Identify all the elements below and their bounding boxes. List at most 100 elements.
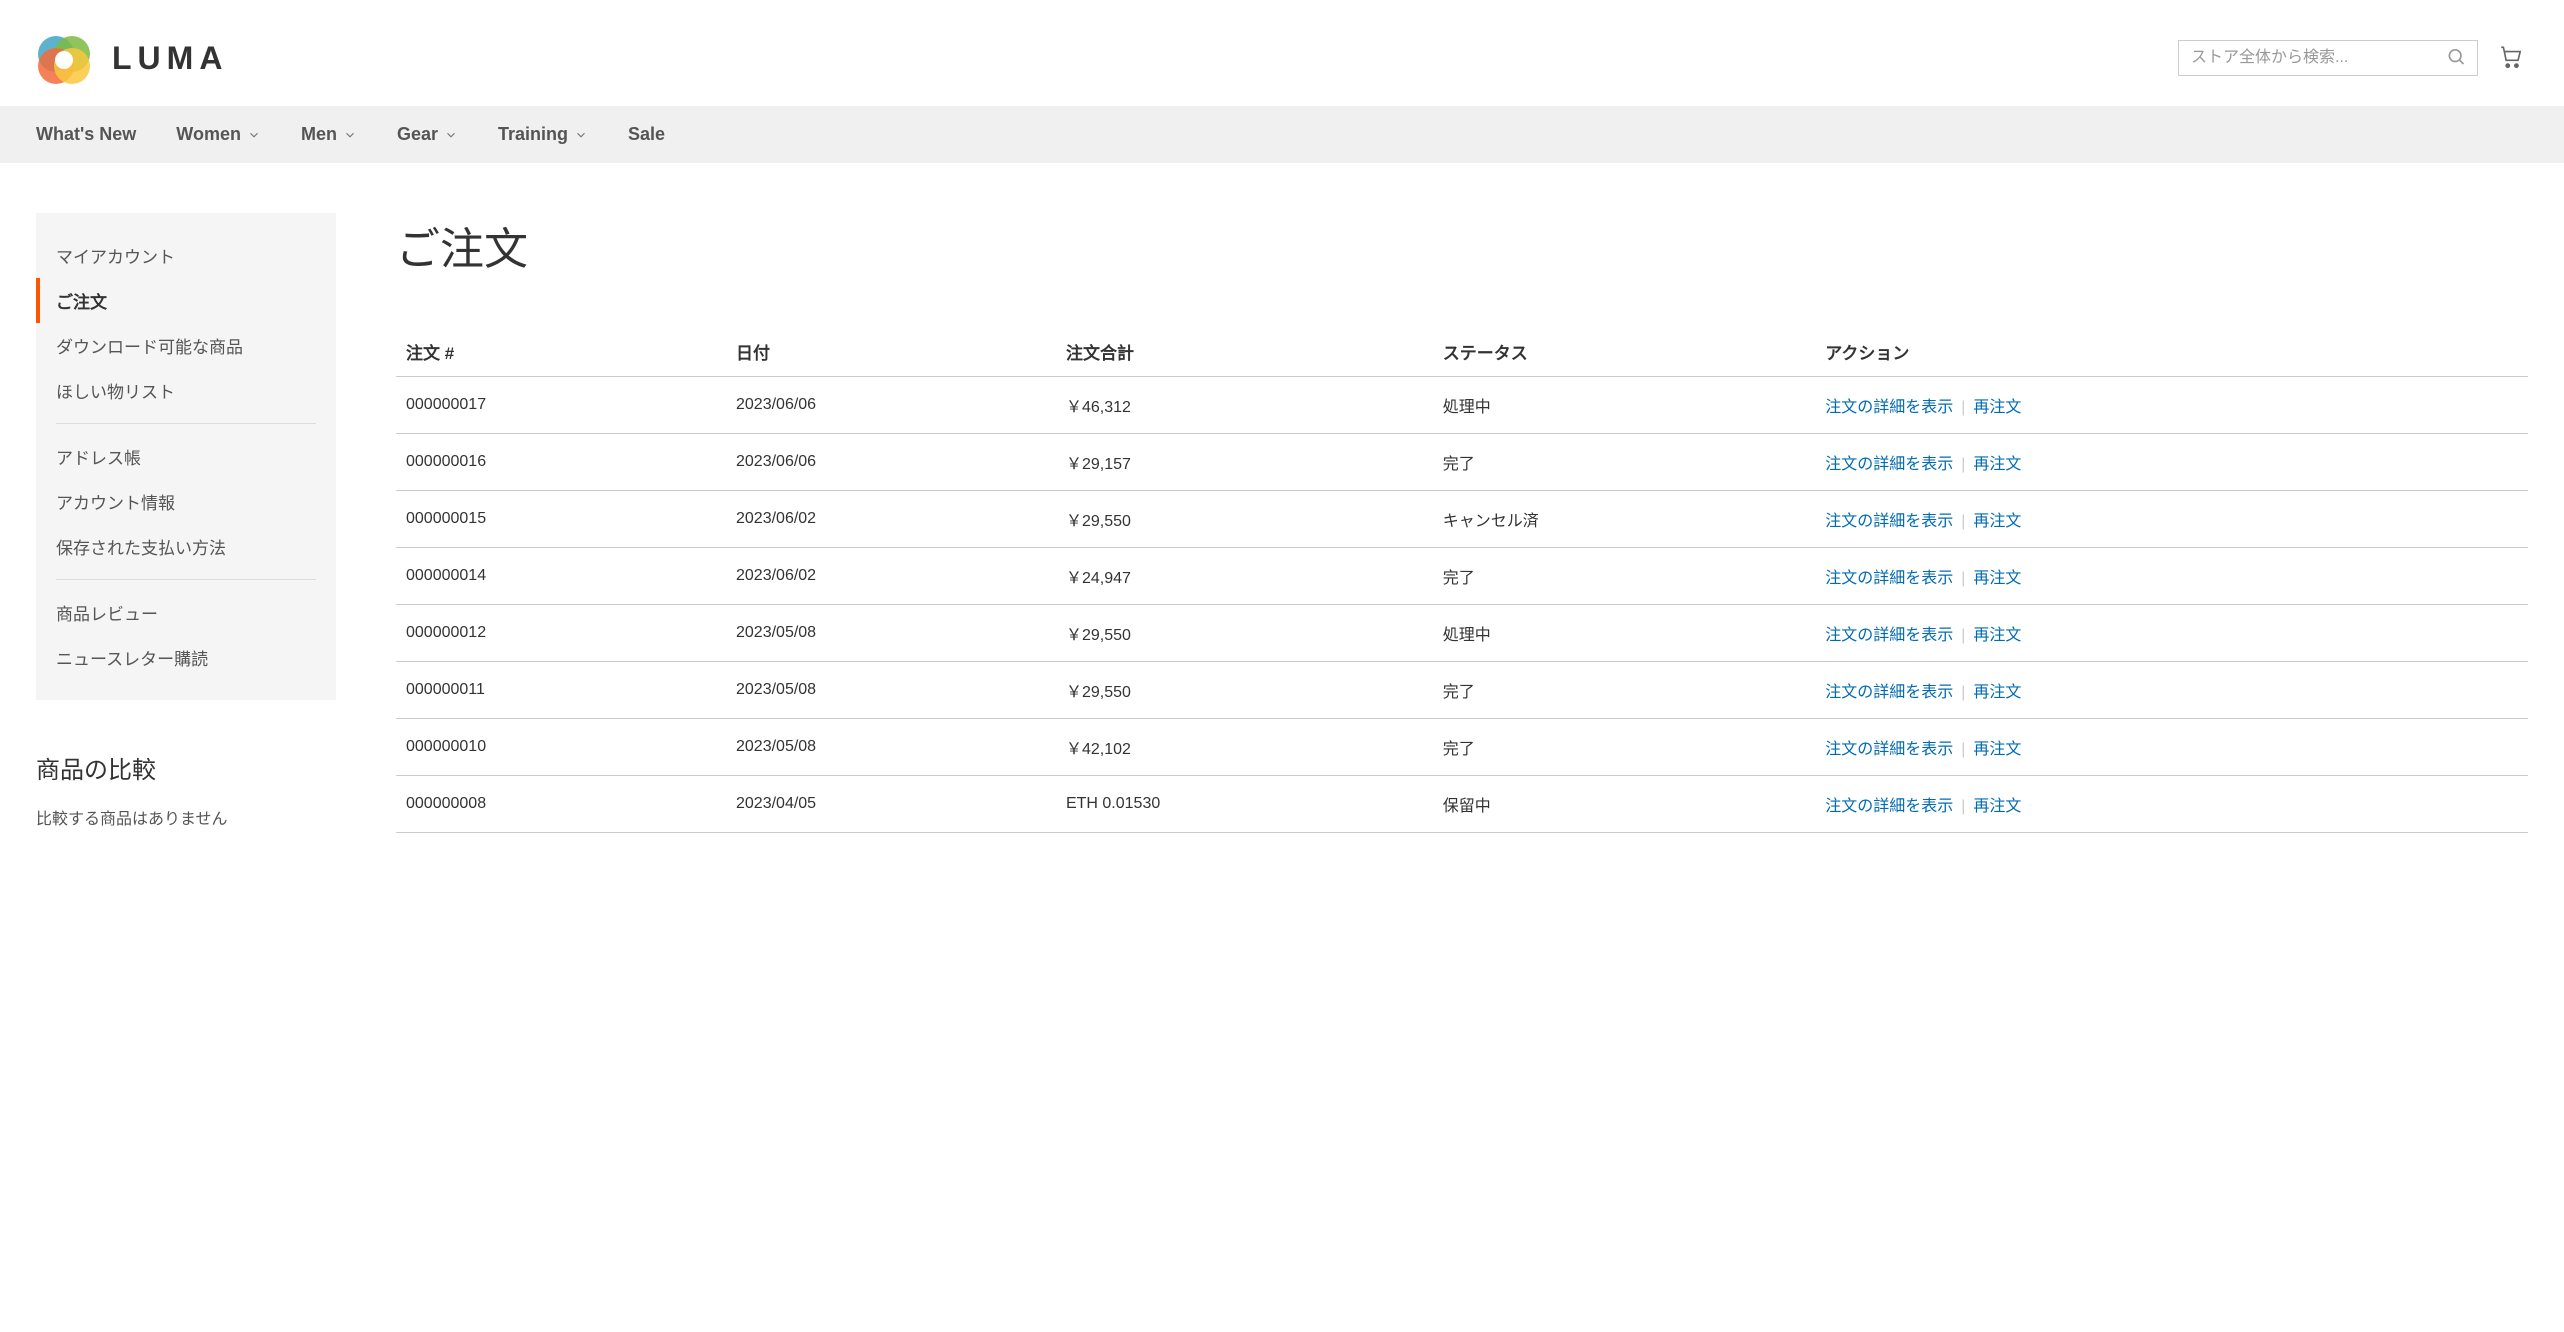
order-total-cell: ￥46,312 [1056, 377, 1433, 434]
order-date-cell: 2023/05/08 [726, 662, 1056, 719]
sidebar-item[interactable]: アカウント情報 [36, 479, 336, 524]
view-order-link[interactable]: 注文の詳細を表示 [1825, 627, 1953, 644]
table-row: 0000000102023/05/08￥42,102完了注文の詳細を表示|再注文 [396, 719, 2528, 776]
nav-item-men[interactable]: Men [301, 106, 357, 163]
order-id-cell: 000000016 [396, 434, 726, 491]
order-date-cell: 2023/04/05 [726, 776, 1056, 833]
nav-item-training[interactable]: Training [498, 106, 588, 163]
order-total-cell: ￥24,947 [1056, 548, 1433, 605]
order-actions-cell: 注文の詳細を表示 | 再注文 [1815, 662, 2528, 719]
search-icon [2446, 47, 2466, 67]
order-status-cell: 処理中 [1433, 605, 1815, 662]
order-status-cell: 完了 [1433, 719, 1815, 776]
action-separator: | [1961, 741, 1965, 758]
orders-table: 注文 # 日付 注文合計 ステータス アクション 0000000172023/0… [396, 327, 2528, 833]
view-order-link[interactable]: 注文の詳細を表示 [1825, 399, 1953, 416]
reorder-link[interactable]: 再注文 [1973, 513, 2021, 530]
order-actions-cell: 注文の詳細を表示 | 再注文 [1815, 776, 2528, 833]
th-status: ステータス [1433, 327, 1815, 377]
th-actions: アクション [1815, 327, 2528, 377]
order-status-cell: 完了 [1433, 548, 1815, 605]
view-order-link[interactable]: 注文の詳細を表示 [1825, 684, 1953, 701]
view-order-link[interactable]: 注文の詳細を表示 [1825, 741, 1953, 758]
order-total-cell: ￥29,550 [1056, 605, 1433, 662]
cart-icon [2498, 44, 2524, 70]
reorder-link[interactable]: 再注文 [1973, 456, 2021, 473]
action-separator: | [1961, 456, 1965, 473]
sidebar: マイアカウントご注文ダウンロード可能な商品ほしい物リストアドレス帳アカウント情報… [36, 213, 336, 833]
order-id-cell: 000000012 [396, 605, 726, 662]
sidebar-menu: マイアカウントご注文ダウンロード可能な商品ほしい物リストアドレス帳アカウント情報… [36, 213, 336, 700]
table-row: 0000000142023/06/02￥24,947完了注文の詳細を表示|再注文 [396, 548, 2528, 605]
order-actions-cell: 注文の詳細を表示 | 再注文 [1815, 719, 2528, 776]
order-actions-cell: 注文の詳細を表示|再注文 [1815, 548, 2528, 605]
sidebar-divider [56, 423, 316, 424]
view-order-link[interactable]: 注文の詳細を表示 [1825, 456, 1953, 473]
search-button[interactable] [2442, 43, 2470, 74]
action-separator: | [1961, 684, 1965, 701]
view-order-link[interactable]: 注文の詳細を表示 [1825, 570, 1953, 587]
chevron-down-icon [343, 128, 357, 142]
nav-item-gear[interactable]: Gear [397, 106, 458, 163]
luma-logo-icon [36, 30, 92, 86]
chevron-down-icon [574, 128, 588, 142]
sidebar-item[interactable]: 商品レビュー [36, 590, 336, 635]
nav-bar: What's New Women Men Gear Training Sale [0, 106, 2564, 163]
sidebar-item[interactable]: 保存された支払い方法 [36, 524, 336, 569]
reorder-link[interactable]: 再注文 [1973, 741, 2021, 758]
order-total-cell: ￥29,550 [1056, 662, 1433, 719]
nav-item-label: What's New [36, 124, 136, 145]
order-actions-cell: 注文の詳細を表示|再注文 [1815, 491, 2528, 548]
order-status-cell: 保留中 [1433, 776, 1815, 833]
nav-item-label: Women [176, 124, 241, 145]
sidebar-item[interactable]: ダウンロード可能な商品 [36, 323, 336, 368]
order-id-cell: 000000008 [396, 776, 726, 833]
order-total-cell: ￥29,157 [1056, 434, 1433, 491]
main-content: マイアカウントご注文ダウンロード可能な商品ほしい物リストアドレス帳アカウント情報… [0, 163, 2564, 883]
sidebar-item[interactable]: ご注文 [36, 278, 336, 323]
sidebar-item[interactable]: ほしい物リスト [36, 368, 336, 413]
action-separator: | [1961, 627, 1965, 644]
order-date-cell: 2023/05/08 [726, 719, 1056, 776]
reorder-link[interactable]: 再注文 [1973, 798, 2021, 815]
compare-empty-text: 比較する商品はありません [36, 805, 336, 829]
order-id-cell: 000000011 [396, 662, 726, 719]
nav-item-women[interactable]: Women [176, 106, 261, 163]
order-total-cell: ETH 0.01530 [1056, 776, 1433, 833]
order-status-cell: 完了 [1433, 662, 1815, 719]
sidebar-item[interactable]: アドレス帳 [36, 434, 336, 479]
order-status-cell: 完了 [1433, 434, 1815, 491]
order-date-cell: 2023/06/06 [726, 434, 1056, 491]
nav-item-sale[interactable]: Sale [628, 106, 665, 163]
reorder-link[interactable]: 再注文 [1973, 627, 2021, 644]
order-id-cell: 000000014 [396, 548, 726, 605]
th-order-no: 注文 # [396, 327, 726, 377]
reorder-link[interactable]: 再注文 [1973, 684, 2021, 701]
action-separator: | [1961, 798, 1965, 815]
order-id-cell: 000000015 [396, 491, 726, 548]
table-row: 0000000112023/05/08￥29,550完了注文の詳細を表示 | 再注文 [396, 662, 2528, 719]
compare-title: 商品の比較 [36, 750, 336, 785]
view-order-link[interactable]: 注文の詳細を表示 [1825, 513, 1953, 530]
order-id-cell: 000000017 [396, 377, 726, 434]
search-input[interactable] [2178, 40, 2478, 76]
order-status-cell: キャンセル済 [1433, 491, 1815, 548]
reorder-link[interactable]: 再注文 [1973, 570, 2021, 587]
order-status-cell: 処理中 [1433, 377, 1815, 434]
order-total-cell: ￥29,550 [1056, 491, 1433, 548]
chevron-down-icon [444, 128, 458, 142]
header: LUMA [0, 0, 2564, 106]
reorder-link[interactable]: 再注文 [1973, 399, 2021, 416]
table-row: 0000000152023/06/02￥29,550キャンセル済注文の詳細を表示… [396, 491, 2528, 548]
order-date-cell: 2023/06/02 [726, 491, 1056, 548]
table-row: 0000000122023/05/08￥29,550処理中注文の詳細を表示|再注… [396, 605, 2528, 662]
cart-button[interactable] [2494, 40, 2528, 77]
view-order-link[interactable]: 注文の詳細を表示 [1825, 798, 1953, 815]
th-total: 注文合計 [1056, 327, 1433, 377]
nav-item-label: Sale [628, 124, 665, 145]
logo-section[interactable]: LUMA [36, 30, 228, 86]
sidebar-item[interactable]: ニュースレター購読 [36, 635, 336, 680]
page-title: ご注文 [396, 213, 2528, 277]
nav-item-what-s-new[interactable]: What's New [36, 106, 136, 163]
sidebar-item[interactable]: マイアカウント [36, 233, 336, 278]
